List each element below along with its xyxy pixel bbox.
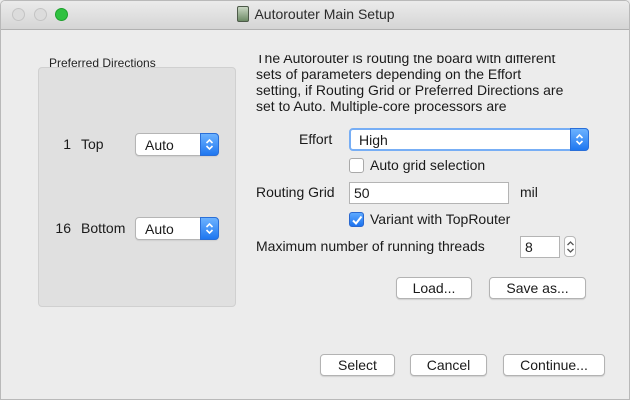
description-text: The Autorouter is routing the board with…	[256, 55, 606, 121]
layer-name-bottom: Bottom	[81, 220, 126, 236]
select-arrows-icon	[200, 217, 219, 240]
variant-toprouter-checkbox[interactable]	[349, 212, 364, 227]
window-title-text: Autorouter Main Setup	[254, 6, 395, 22]
routing-grid-input[interactable]: 50	[349, 182, 509, 204]
effort-label: Effort	[299, 131, 333, 147]
layer-name-top: Top	[81, 136, 104, 152]
description-line: set to Auto. Multiple-core processors ar…	[256, 98, 507, 114]
autorouter-setup-window: Autorouter Main Setup Preferred Directio…	[0, 0, 630, 400]
layer-number-bottom: 16	[55, 220, 71, 236]
top-direction-value: Auto	[145, 137, 174, 153]
checkmark-icon	[352, 215, 363, 226]
preferred-directions-group	[38, 67, 236, 307]
threads-input[interactable]: 8	[520, 236, 560, 258]
description-line: sets of parameters depending on the Effo…	[256, 66, 522, 82]
variant-toprouter-label: Variant with TopRouter	[370, 211, 511, 227]
bottom-direction-value: Auto	[145, 221, 174, 237]
load-button[interactable]: Load...	[396, 277, 472, 299]
effort-select[interactable]: High	[349, 128, 589, 151]
auto-grid-checkbox[interactable]	[349, 158, 364, 173]
routing-grid-label: Routing Grid	[256, 184, 335, 200]
select-arrows-icon	[570, 128, 589, 151]
top-direction-select[interactable]: Auto	[135, 133, 219, 156]
threads-stepper[interactable]	[564, 236, 576, 257]
routing-grid-unit: mil	[520, 184, 538, 200]
select-arrows-icon	[200, 133, 219, 156]
select-button[interactable]: Select	[320, 354, 395, 376]
stepper-arrows-icon	[567, 241, 574, 253]
description-line: The Autorouter is routing the board with…	[256, 55, 556, 66]
layer-number-top: 1	[63, 136, 71, 152]
save-as-button[interactable]: Save as...	[489, 277, 586, 299]
eagle-app-icon	[237, 6, 250, 22]
effort-value: High	[359, 132, 388, 148]
window-title: Autorouter Main Setup	[1, 6, 629, 22]
continue-button[interactable]: Continue...	[503, 354, 605, 376]
title-bar[interactable]: Autorouter Main Setup	[1, 1, 629, 30]
cancel-button[interactable]: Cancel	[410, 354, 487, 376]
auto-grid-label: Auto grid selection	[370, 157, 486, 173]
bottom-direction-select[interactable]: Auto	[135, 217, 219, 240]
description-line: setting, if Routing Grid or Preferred Di…	[256, 82, 564, 98]
threads-label: Maximum number of running threads	[256, 238, 485, 254]
